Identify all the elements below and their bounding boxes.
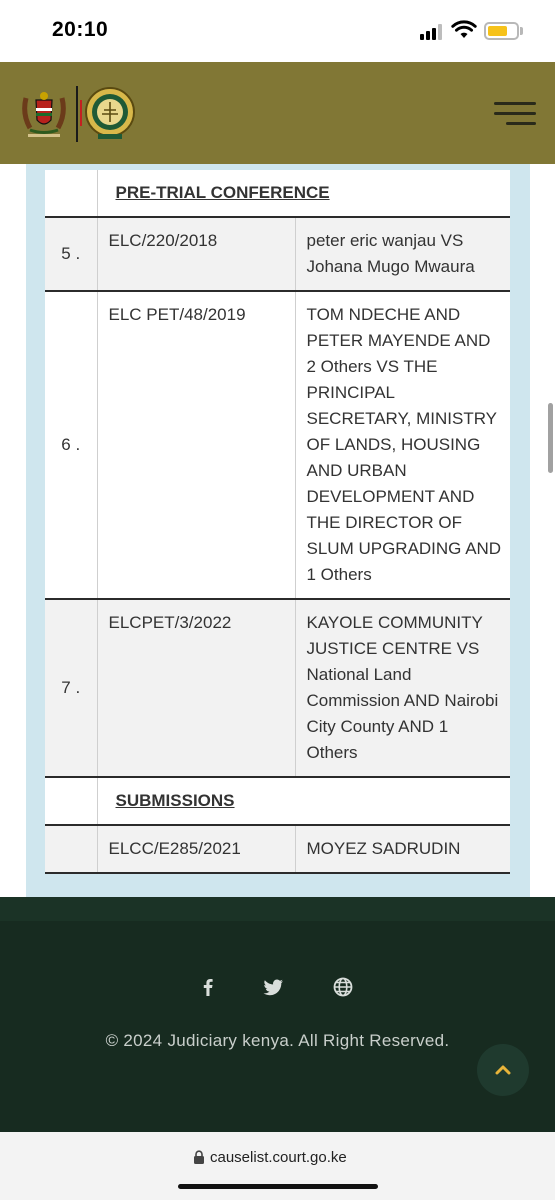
cause-list-content: PRE-TRIAL CONFERENCE 5 . ELC/220/2018 pe… [0,164,555,897]
table-row: 7 . ELCPET/3/2022 KAYOLE COMMUNITY JUSTI… [45,599,510,778]
wifi-icon [451,20,477,38]
footer-top-strip [0,897,555,921]
section-title: PRE-TRIAL CONFERENCE [97,170,510,218]
section-title: SUBMISSIONS [97,777,510,826]
site-footer: © 2024 Judiciary kenya. All Right Reserv… [0,897,555,1132]
section-row-pre-trial: PRE-TRIAL CONFERENCE [45,170,510,218]
copyright-text: © 2024 Judiciary kenya. All Right Reserv… [105,1031,450,1050]
twitter-icon[interactable] [261,975,285,999]
back-to-top-button[interactable] [477,1044,529,1096]
case-reference: ELC/220/2018 [97,217,296,292]
case-number-index: 5 . [45,217,98,292]
case-parties: peter eric wanjau VS Johana Mugo Mwaura [295,217,510,292]
case-reference: ELC PET/48/2019 [97,291,296,600]
browser-address-bar[interactable]: causelist.court.go.ke [0,1132,555,1200]
status-bar: 20:10 [0,0,555,62]
case-reference: ELCPET/3/2022 [97,599,296,778]
case-number-index: 7 . [45,599,98,778]
section-row-submissions: SUBMISSIONS [45,777,510,826]
case-number-index: 6 . [45,291,98,600]
cause-list-table: PRE-TRIAL CONFERENCE 5 . ELC/220/2018 pe… [45,170,510,874]
home-indicator[interactable] [178,1184,378,1189]
table-row: 6 . ELC PET/48/2019 TOM NDECHE AND PETER… [45,291,510,600]
case-number-index [45,825,98,874]
battery-tip [520,27,523,35]
table-row: ELCC/E285/2021 MOYEZ SADRUDIN [45,825,510,874]
chevron-up-icon [495,1065,511,1075]
globe-icon[interactable] [331,975,355,999]
kenya-coat-of-arms-logo[interactable] [18,88,70,140]
logo-divider [76,86,78,142]
page-scrollbar[interactable] [548,403,553,473]
site-header [0,62,555,164]
hamburger-menu-icon[interactable] [494,102,536,126]
cellular-signal-icon [420,24,444,40]
case-parties: KAYOLE COMMUNITY JUSTICE CENTRE VS Natio… [295,599,510,778]
judiciary-logo[interactable] [84,86,136,142]
lock-icon [194,1150,204,1164]
url-text[interactable]: causelist.court.go.ke [210,1149,347,1166]
battery-icon [484,22,519,40]
logo-accent-bar [80,100,82,126]
table-row: 5 . ELC/220/2018 peter eric wanjau VS Jo… [45,217,510,292]
facebook-icon[interactable] [196,975,220,999]
status-time: 20:10 [52,18,109,41]
case-reference: ELCC/E285/2021 [97,825,296,874]
case-parties: MOYEZ SADRUDIN [295,825,510,874]
case-parties: TOM NDECHE AND PETER MAYENDE AND 2 Other… [295,291,510,600]
